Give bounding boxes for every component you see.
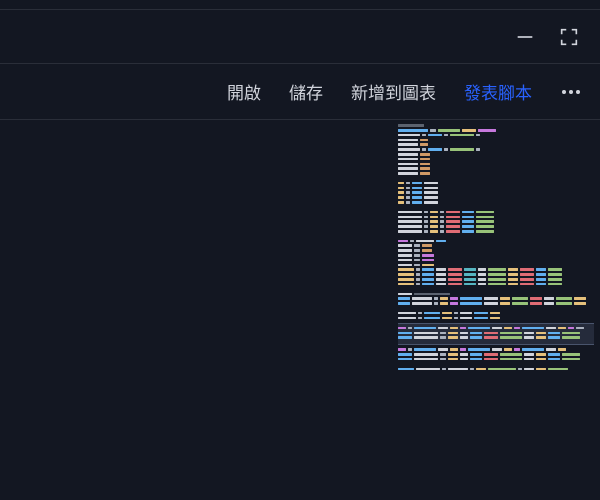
menu-bar: 開啟 儲存 新增到圖表 發表腳本	[0, 64, 600, 120]
window-controls	[0, 10, 600, 64]
more-menu-icon[interactable]	[560, 90, 582, 94]
menu-open[interactable]: 開啟	[227, 79, 261, 104]
code-minimap[interactable]	[392, 120, 600, 500]
minimize-icon[interactable]	[514, 26, 536, 48]
menu-add-to-chart[interactable]: 新增到圖表	[351, 79, 436, 104]
menu-publish-script[interactable]: 發表腳本	[464, 79, 532, 104]
content-area	[0, 120, 600, 500]
fullscreen-icon[interactable]	[558, 26, 580, 48]
code-editor[interactable]	[0, 120, 392, 500]
top-divider	[0, 0, 600, 10]
menu-save[interactable]: 儲存	[289, 79, 323, 104]
